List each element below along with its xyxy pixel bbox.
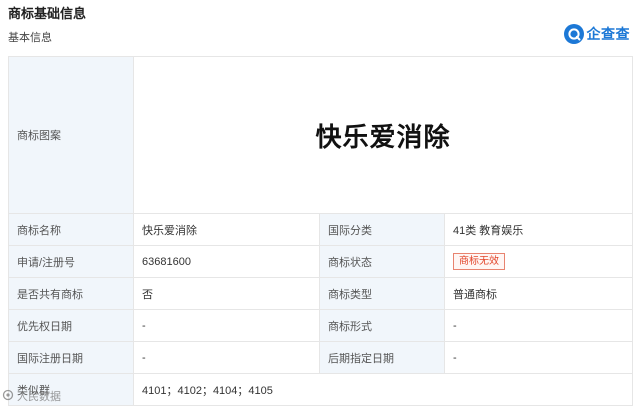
table-row: 是否共有商标 否 商标类型 普通商标 (8, 277, 633, 310)
table-row: 商标名称 快乐爱消除 国际分类 41类 教育娱乐 (8, 213, 633, 246)
camera-icon (2, 389, 14, 404)
field-label: 后期指定日期 (319, 341, 445, 374)
watermark: 人民数据 (2, 388, 61, 404)
shared-trademark-value: 否 (133, 277, 320, 310)
logo-label: 商标图案 (8, 56, 134, 214)
brand-name: 企查查 (586, 26, 630, 42)
registration-number-value: 63681600 (133, 245, 320, 278)
page-title: 商标基础信息 (8, 6, 87, 21)
status-badge: 商标无效 (453, 253, 505, 270)
trademark-image: 快乐爱消除 (133, 56, 633, 214)
watermark-text: 人民数据 (17, 391, 61, 403)
field-label: 是否共有商标 (8, 277, 134, 310)
brand-logo[interactable]: 企查查 (563, 24, 631, 44)
priority-date-value: - (133, 309, 320, 342)
qcc-logo-icon (563, 24, 584, 44)
trademark-logo-text: 快乐爱消除 (315, 121, 451, 152)
table-row: 国际注册日期 - 后期指定日期 - (8, 341, 633, 374)
similar-group-value: 4101；4102；4104；4105 (133, 373, 633, 406)
table-row: 类似群 4101；4102；4104；4105 (8, 373, 633, 406)
field-label: 国际注册日期 (8, 341, 134, 374)
field-label: 优先权日期 (8, 309, 134, 342)
trademark-info-table: 商标图案 快乐爱消除 商标名称 快乐爱消除 国际分类 41类 教育娱乐 申请/注… (8, 56, 633, 406)
field-label: 国际分类 (319, 213, 445, 246)
table-row: 申请/注册号 63681600 商标状态 商标无效 (8, 245, 633, 278)
field-label: 商标类型 (319, 277, 445, 310)
trademark-type-value: 普通商标 (444, 277, 633, 310)
intl-class-value: 41类 教育娱乐 (444, 213, 633, 246)
intl-registration-date-value: - (133, 341, 320, 374)
trademark-form-value: - (444, 309, 633, 342)
table-row: 优先权日期 - 商标形式 - (8, 309, 633, 342)
table-row: 商标图案 快乐爱消除 (8, 56, 633, 214)
field-label: 商标状态 (319, 245, 445, 278)
field-label: 申请/注册号 (8, 245, 134, 278)
trademark-name-value: 快乐爱消除 (133, 213, 320, 246)
designation-date-value: - (444, 341, 633, 374)
field-label: 商标名称 (8, 213, 134, 246)
field-label: 商标形式 (319, 309, 445, 342)
section-subtitle: 基本信息 (8, 32, 52, 44)
